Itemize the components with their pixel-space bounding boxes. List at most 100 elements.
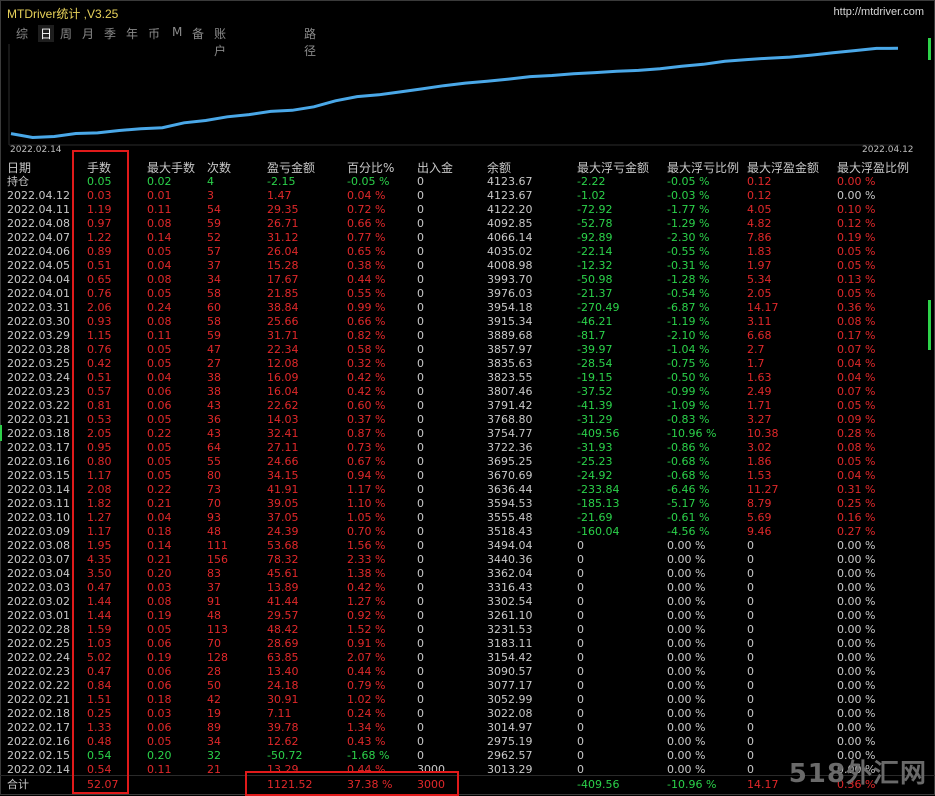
cell-col-0: 2022.04.07	[7, 231, 70, 244]
cell-col-2: 0.04	[147, 511, 172, 524]
cell-col-3: 113	[207, 623, 228, 636]
cell-col-0: 2022.02.16	[7, 735, 70, 748]
cell-col-0: 2022.04.01	[7, 287, 70, 300]
tab-4[interactable]: 季	[104, 25, 116, 42]
cell-col-6: 0	[417, 385, 424, 398]
cell-col-4: 22.34	[267, 343, 299, 356]
cell-col-8: -50.98	[577, 273, 613, 286]
cell-col-2: 0.21	[147, 497, 172, 510]
cell-col-7: 3754.77	[487, 427, 533, 440]
cell-col-11: 0.17 %	[837, 329, 876, 342]
cell-col-2: 0.14	[147, 231, 172, 244]
cell-col-5: 0.99 %	[347, 301, 386, 314]
cell-col-7: 3807.46	[487, 385, 533, 398]
cell-col-6: 0	[417, 231, 424, 244]
cell-col-4: 12.08	[267, 357, 299, 370]
cell-col-9: -1.77 %	[667, 203, 710, 216]
cell-col-8: -19.15	[577, 371, 613, 384]
cell-col-11: 0.00 %	[837, 735, 876, 748]
cell-col-4: 31.12	[267, 231, 299, 244]
cell-col-9: 0.00 %	[667, 581, 706, 594]
cell-col-11: 0.00 %	[837, 721, 876, 734]
tab-8[interactable]: 备	[192, 25, 204, 42]
cell-col-3: 37	[207, 581, 221, 594]
cell-col-9: -5.17 %	[667, 497, 710, 510]
cell-col-0: 2022.02.17	[7, 721, 70, 734]
cell-col-3: 42	[207, 693, 221, 706]
table-row: 2022.03.04 3.50 0.20 83 45.61 1.38 % 0 3362.04 0…	[0, 567, 935, 581]
cell-col-8: 0	[577, 567, 584, 580]
cell-col-5: 0.66 %	[347, 217, 386, 230]
highlight-box-lots	[72, 150, 129, 794]
cell-col-11: 0.05 %	[837, 259, 876, 272]
cell-col-6: 0	[417, 595, 424, 608]
cell-col-3: 47	[207, 343, 221, 356]
cell-col-2: 0.06	[147, 665, 172, 678]
cell-col-9: 0.00 %	[667, 651, 706, 664]
tab-2[interactable]: 周	[60, 25, 72, 42]
cell-col-4: 41.44	[267, 595, 299, 608]
tab-6[interactable]: 币	[148, 25, 160, 42]
cell-col-11: 0.00 %	[837, 609, 876, 622]
cell-col-8: 0	[577, 749, 584, 762]
cell-col-7: 3823.55	[487, 371, 533, 384]
cell-col-11: 0.19 %	[837, 231, 876, 244]
tab-5[interactable]: 年	[126, 25, 138, 42]
cell-col-4: 21.85	[267, 287, 299, 300]
tab-7[interactable]: M	[172, 25, 182, 39]
cell-col-11: 0.00 %	[837, 665, 876, 678]
cell-col-6: 出入金	[417, 161, 454, 175]
cell-col-2: 0.05	[147, 469, 172, 482]
cell-col-8: 0	[577, 707, 584, 720]
cell-col-4: 26.71	[267, 217, 299, 230]
cell-col-3: 48	[207, 609, 221, 622]
cell-col-9: 最大浮亏比例	[667, 161, 740, 175]
cell-col-10: 0.12	[747, 175, 772, 188]
cell-col-10: 0	[747, 679, 754, 692]
table-row: 2022.03.17 0.95 0.05 64 27.11 0.73 % 0 3722.36-…	[0, 441, 935, 455]
cell-col-3: 156	[207, 553, 228, 566]
cell-col-3: 60	[207, 301, 221, 314]
site-link[interactable]: http://mtdriver.com	[834, 6, 924, 18]
table-row: 2022.04.12 0.03 0.01 3 1.47 0.04 % 0 4123.67 -1.…	[0, 189, 935, 203]
cell-col-0: 2022.04.04	[7, 273, 70, 286]
table-row: 2022.03.11 1.82 0.21 70 39.05 1.10 % 0 3594.53-…	[0, 497, 935, 511]
cell-col-6: 0	[417, 329, 424, 342]
cell-col-5: 1.38 %	[347, 567, 386, 580]
cell-col-11: 0.36 %	[837, 301, 876, 314]
table-row: 2022.04.08 0.97 0.08 59 26.71 0.66 % 0 4092.85-…	[0, 217, 935, 231]
cell-col-11: 0.04 %	[837, 357, 876, 370]
table-row: 2022.02.22 0.84 0.06 50 24.18 0.79 % 0 3077.17 0…	[0, 679, 935, 693]
cell-col-0: 2022.02.21	[7, 693, 70, 706]
cell-col-2: 0.05	[147, 343, 172, 356]
cell-col-5: 0.73 %	[347, 441, 386, 454]
cell-col-8: -28.54	[577, 357, 613, 370]
cell-col-6: 0	[417, 357, 424, 370]
cell-col-3: 70	[207, 637, 221, 650]
cell-col-4: 30.91	[267, 693, 299, 706]
cell-col-10: 0.12	[747, 189, 772, 202]
cell-col-8: 0	[577, 553, 584, 566]
cell-col-8: -22.14	[577, 245, 613, 258]
cell-col-9: -0.05 %	[667, 175, 710, 188]
cell-col-10: 0	[747, 693, 754, 706]
cell-col-5: 2.33 %	[347, 553, 386, 566]
tab-0[interactable]: 综	[16, 25, 28, 42]
cell-col-9: -0.86 %	[667, 441, 710, 454]
cell-col-5: 0.37 %	[347, 413, 386, 426]
cell-col-3: 111	[207, 539, 228, 552]
tab-1[interactable]: 日	[38, 25, 55, 42]
cell-col-4: 17.67	[267, 273, 299, 286]
cell-col-3: 64	[207, 441, 221, 454]
cell-col-8: 0	[577, 637, 584, 650]
cell-col-10: 10.38	[747, 427, 779, 440]
cell-col-7: 3316.43	[487, 581, 533, 594]
cell-col-0: 2022.04.06	[7, 245, 70, 258]
cell-col-11: 0.08 %	[837, 441, 876, 454]
cell-col-8: -37.52	[577, 385, 613, 398]
cell-col-6: 0	[417, 343, 424, 356]
table-row: 2022.03.03 0.47 0.03 37 13.89 0.42 % 0 3316.43 0…	[0, 581, 935, 595]
cell-col-8: -39.97	[577, 343, 613, 356]
tab-3[interactable]: 月	[82, 25, 94, 42]
cell-col-5: 0.66 %	[347, 315, 386, 328]
